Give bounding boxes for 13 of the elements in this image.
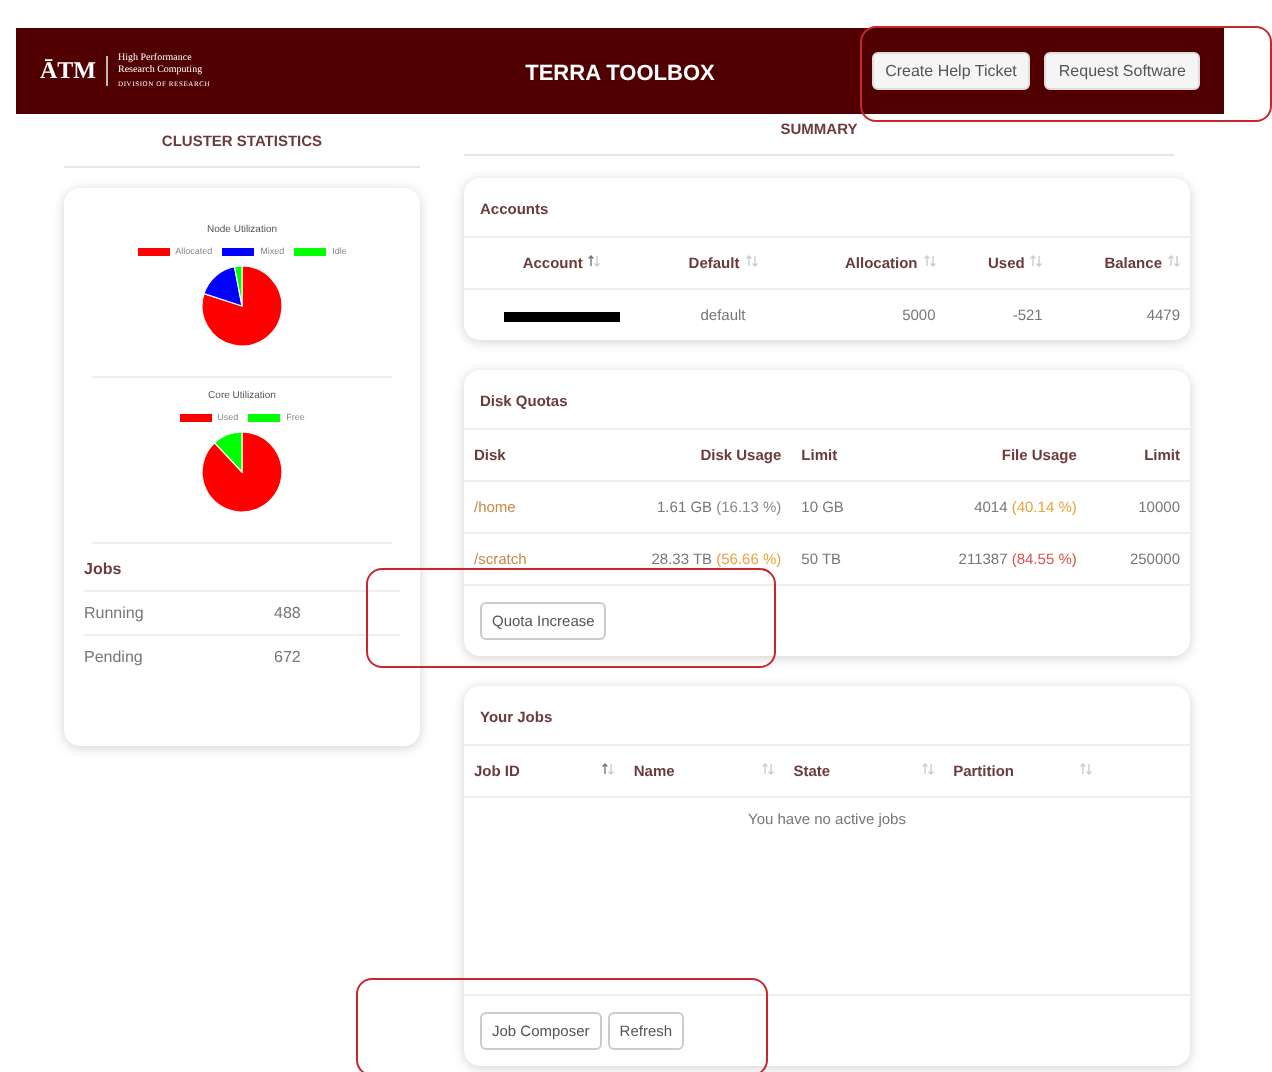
job-count-label: Pending (84, 648, 145, 666)
app-title: TERRA TOOLBOX (525, 61, 715, 85)
pie-chart (198, 262, 286, 350)
header-button[interactable]: Create Help Ticket (871, 52, 1031, 90)
header-button[interactable]: Request Software (1044, 52, 1200, 90)
sort-icon[interactable] (588, 260, 601, 272)
logo-mark: ĀTM (40, 56, 108, 86)
jobs-title: Jobs (84, 558, 124, 582)
pie-chart (198, 428, 286, 516)
job-count-label: Running (84, 604, 146, 622)
job-count-value: 672 (274, 648, 301, 666)
sort-icon[interactable] (601, 762, 614, 780)
job-count-value: 488 (274, 604, 301, 622)
